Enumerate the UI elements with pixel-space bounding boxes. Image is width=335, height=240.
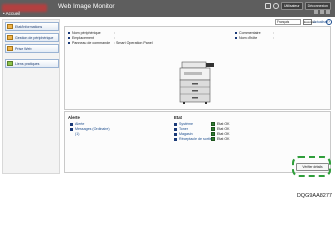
go-button[interactable]: Exécuter (303, 19, 316, 25)
status-ok-icon (211, 122, 215, 126)
bullet-icon (68, 42, 70, 45)
status-ok-icon (211, 137, 215, 141)
status-heading: Etat (174, 115, 182, 120)
layout-icon[interactable] (314, 10, 318, 14)
device-name-field: Nom périphérique : (68, 31, 115, 36)
messages-link[interactable]: Messages (Ordinaire) (1) (70, 127, 118, 136)
hostname-field: Nom d'hôte : (235, 36, 274, 41)
sidebar-item-label: Etat/Informations (15, 24, 43, 29)
device-info-box: Nom périphérique : Emplacement : Panneau… (64, 26, 331, 110)
folder-icon (7, 35, 13, 40)
titlebar-controls: Utilisateur Déconnexion (265, 2, 331, 10)
mail-icon[interactable] (326, 10, 330, 14)
output-tray-icon (174, 137, 177, 141)
user-icon (265, 3, 271, 9)
image-code: DQG9AA8277 (296, 193, 332, 199)
main-panel: Français Exécuter Actualiser ? Nom périp… (63, 19, 333, 176)
breadcrumb-home[interactable]: • Accueil (3, 11, 20, 16)
bullet-icon (68, 32, 70, 35)
bullet-icon (68, 37, 70, 40)
comment-field: Commentaire : (235, 31, 274, 36)
control-panel-field: Panneau de commande : Smart Operation Pa… (68, 41, 153, 46)
sidebar-item-web[interactable]: Prise Web (5, 44, 59, 53)
message-icon (70, 127, 73, 131)
status-ok-icon (211, 132, 215, 136)
alert-status-box: Alerte Alerte Messages (Ordinaire) (1) E… (64, 111, 331, 173)
alert-icon (70, 122, 73, 126)
title-bar: Web Image Monitor Utilisateur Déconnexio… (0, 0, 335, 17)
sidebar-item-device-management[interactable]: Gestion de périphérique (5, 33, 59, 42)
user-button[interactable]: Utilisateur (281, 2, 303, 10)
titlebar-mini-icons (314, 10, 330, 14)
callout-highlight (292, 156, 331, 177)
sidebar-item-links[interactable]: Liens pratiques (5, 59, 59, 68)
location-field: Emplacement : (68, 36, 115, 41)
status-row-tray[interactable]: Magasin Etat OK (174, 132, 230, 137)
help-icon[interactable]: ? (326, 19, 332, 25)
folder-icon (7, 46, 13, 51)
link-icon (7, 61, 13, 66)
folder-icon (7, 24, 13, 29)
tray-icon (174, 132, 177, 136)
logout-button[interactable]: Déconnexion (304, 2, 331, 10)
bullet-icon (235, 37, 237, 40)
system-icon (174, 122, 177, 126)
status-ok-icon (211, 127, 215, 131)
bullet-icon (235, 32, 237, 35)
sidebar: Etat/Informations Gestion de périphériqu… (2, 19, 60, 174)
sidebar-item-status[interactable]: Etat/Informations (5, 22, 59, 31)
toner-icon (174, 127, 177, 131)
info-icon[interactable] (273, 3, 279, 9)
alert-link[interactable]: Alerte (70, 122, 84, 127)
sidebar-item-label: Liens pratiques (15, 61, 40, 66)
status-row-toner[interactable]: Toner Etat OK (174, 127, 230, 132)
sidebar-item-label: Prise Web (15, 46, 32, 51)
printer-image (179, 61, 214, 104)
sidebar-item-label: Gestion de périphérique (15, 35, 54, 40)
status-row-output[interactable]: Réceptacle de sortie Etat OK (174, 137, 230, 142)
status-row-system[interactable]: Système Etat OK (174, 122, 230, 127)
print-icon[interactable] (320, 10, 324, 14)
language-select[interactable]: Français (275, 19, 301, 25)
alert-heading: Alerte (68, 115, 80, 120)
app-title: Web Image Monitor (58, 3, 115, 10)
